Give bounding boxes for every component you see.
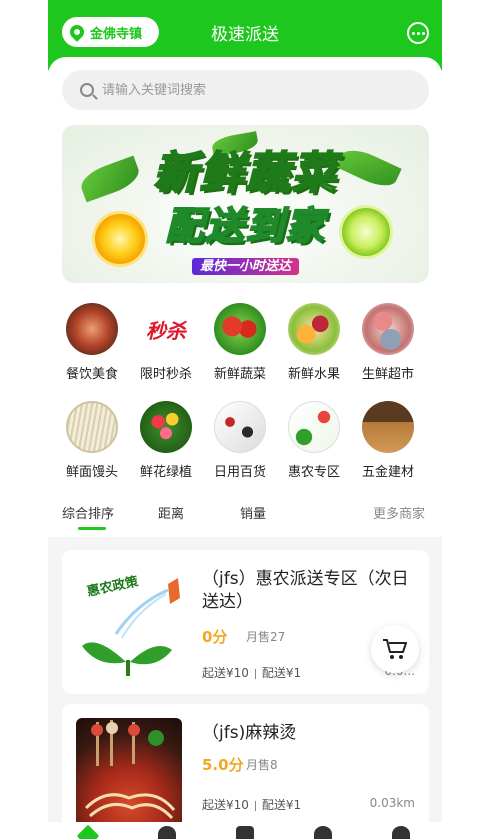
category-label: 鲜面馒头 — [65, 465, 118, 480]
category-item[interactable]: 餐饮美食 — [54, 303, 130, 382]
home-icon[interactable] — [76, 824, 100, 839]
food-dish-icon — [66, 303, 118, 355]
banner-tagline: 最快一小时送达 — [62, 255, 429, 275]
search-input[interactable] — [102, 82, 402, 98]
store-rating: 5.0分 — [202, 756, 244, 774]
vegetables-icon — [214, 303, 266, 355]
category-label: 五金建材 — [361, 465, 414, 480]
store-name: （jfs）惠农派送专区（次日送达） — [202, 569, 409, 612]
noodles-icon — [66, 401, 118, 453]
promo-banner[interactable]: 新鲜蔬菜 配送到家 最快一小时送达 — [62, 125, 429, 283]
shopping-cart-icon — [383, 639, 407, 659]
store-thumbnail — [76, 718, 182, 834]
fruits-icon — [288, 303, 340, 355]
page-title: 极速派送 — [211, 25, 279, 45]
store-monthly-sales: 月售27 — [246, 630, 286, 644]
hardware-icon — [362, 401, 414, 453]
flowers-icon — [140, 401, 192, 453]
store-monthly-sales: 月售8 — [246, 758, 278, 772]
category-item[interactable]: 生鲜超市 — [350, 303, 426, 382]
category-label: 鲜花绿植 — [139, 465, 192, 480]
daily-goods-icon — [214, 401, 266, 453]
tab-sales[interactable]: 销量 — [240, 503, 266, 522]
profile-icon[interactable] — [392, 826, 410, 839]
search-bar[interactable] — [62, 70, 429, 110]
app-screen: 金佛寺镇 极速派送 新鲜蔬菜 配送到家 最快一小时送达 餐饮美食 — [48, 0, 442, 839]
store-card[interactable]: （jfs)麻辣烫 5.0分 月售8 起送¥10 配送¥1 0.03km — [62, 704, 429, 839]
category-label: 新鲜水果 — [287, 367, 340, 382]
category-item[interactable]: 新鲜水果 — [276, 303, 352, 382]
store-name: （jfs)麻辣烫 — [202, 723, 297, 743]
active-tab-indicator — [78, 527, 106, 530]
category-item[interactable]: 日用百货 — [202, 401, 278, 480]
spicy-hotpot-icon — [84, 720, 176, 820]
delivery-fee: 配送¥1 — [261, 798, 302, 812]
store-thumbnail: 惠农政策 — [76, 564, 182, 680]
min-order: 起送¥10 — [202, 798, 249, 812]
tab-overall[interactable]: 综合排序 — [62, 503, 114, 522]
store-delivery-info: 起送¥10 配送¥1 — [202, 796, 301, 813]
category-item[interactable]: 新鲜蔬菜 — [202, 303, 278, 382]
store-delivery-info: 起送¥10 配送¥1 — [202, 664, 301, 681]
agriculture-icon — [288, 401, 340, 453]
store-card[interactable]: 惠农政策 （jfs）惠农派送专区（次日送达） 0分 月售27 起送¥10 配送¥1… — [62, 550, 429, 694]
store-distance: 0.03km — [369, 796, 415, 810]
banner-subheadline: 配送到家 — [164, 203, 326, 249]
category-item[interactable]: 秒杀 限时秒杀 — [128, 303, 204, 382]
bottom-tab-bar — [48, 822, 442, 839]
store-rating: 0分 — [202, 628, 228, 646]
home-content: 新鲜蔬菜 配送到家 最快一小时送达 餐饮美食 秒杀 限时秒杀 新鲜蔬菜 新鲜水果 — [48, 57, 442, 537]
category-label: 日用百货 — [213, 465, 266, 480]
category-item[interactable]: 惠农专区 — [276, 401, 352, 480]
agriculture-logo-icon: 惠农政策 — [82, 573, 180, 676]
tab-distance[interactable]: 距离 — [158, 503, 184, 522]
service-icon[interactable] — [314, 826, 332, 839]
category-item[interactable]: 鲜花绿植 — [128, 401, 204, 480]
delivery-fee: 配送¥1 — [261, 666, 302, 680]
search-icon — [80, 83, 94, 97]
svg-text:惠农政策: 惠农政策 — [86, 573, 141, 600]
banner-headline: 新鲜蔬菜 — [153, 147, 338, 200]
orders-icon[interactable] — [236, 826, 254, 839]
message-icon[interactable] — [407, 22, 429, 44]
category-label: 生鲜超市 — [361, 367, 414, 382]
sort-tabs: 综合排序 距离 销量 更多商家 — [48, 497, 442, 537]
fresh-meat-icon — [362, 303, 414, 355]
category-item[interactable]: 鲜面馒头 — [54, 401, 130, 480]
min-order: 起送¥10 — [202, 666, 249, 680]
cart-button[interactable] — [371, 625, 419, 673]
more-stores-link[interactable]: 更多商家 — [373, 503, 425, 522]
category-label: 新鲜蔬菜 — [213, 367, 266, 382]
category-item[interactable]: 五金建材 — [350, 401, 426, 480]
category-label: 惠农专区 — [287, 465, 340, 480]
category-label: 餐饮美食 — [65, 367, 118, 382]
nearby-icon[interactable] — [158, 826, 176, 839]
category-label: 限时秒杀 — [139, 367, 192, 382]
flash-sale-icon: 秒杀 — [140, 303, 192, 355]
